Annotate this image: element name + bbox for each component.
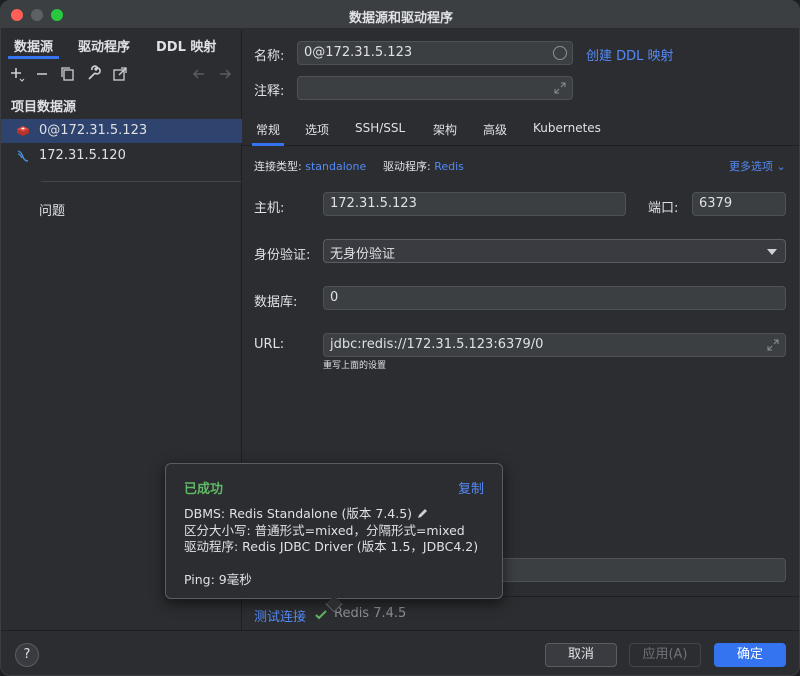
left-tabs: 数据源 驱动程序 DDL 映射 — [1, 30, 242, 60]
ping-info: Ping: 9毫秒 — [184, 572, 252, 587]
test-result: Redis 7.4.5 — [334, 606, 407, 621]
auth-value: 无身份验证 — [330, 247, 396, 262]
create-ddl-mapping-link[interactable]: 创建 DDL 映射 — [586, 45, 674, 64]
back-arrow-icon[interactable] — [189, 64, 209, 84]
database-field[interactable]: 0 — [323, 286, 786, 310]
expand-icon[interactable] — [554, 82, 566, 94]
name-label: 名称: — [254, 49, 285, 64]
driver-row: 驱动程序: Redis — [383, 158, 464, 174]
port-label: 端口: — [648, 201, 679, 216]
more-options-row[interactable]: 更多选项 ⌄ — [729, 158, 786, 174]
problems-label[interactable]: 问题 — [39, 200, 65, 219]
datasource-label: 0@172.31.5.123 — [39, 123, 148, 138]
duplicate-icon[interactable] — [58, 64, 78, 84]
left-toolbar — [1, 60, 242, 90]
checkmark-icon — [315, 610, 327, 620]
dbms-text: DBMS: Redis Standalone (版本 7.4.5) — [184, 506, 413, 521]
name-value: 0@172.31.5.123 — [304, 45, 413, 60]
driver-value[interactable]: Redis — [434, 160, 464, 173]
tab-ddl-mappings[interactable]: DDL 映射 — [156, 36, 216, 55]
success-status: 已成功 — [184, 482, 224, 497]
apply-button[interactable]: 应用(A) — [629, 643, 701, 667]
tab-drivers[interactable]: 驱动程序 — [78, 36, 130, 55]
database-icon — [15, 148, 31, 164]
tab-schemas[interactable]: 架构 — [433, 121, 457, 138]
color-circle-icon[interactable] — [553, 46, 567, 60]
auth-label: 身份验证: — [254, 248, 311, 263]
connection-type-row: 连接类型: standalone — [254, 158, 366, 174]
driver-info: 驱动程序: Redis JDBC Driver (版本 1.5，JDBC4.2) — [184, 539, 479, 554]
datasource-label: 172.31.5.120 — [39, 148, 126, 163]
title-bar: 数据源和驱动程序 — [1, 1, 799, 29]
driver-label: 驱动程序: — [383, 160, 431, 173]
tab-ssh-ssl[interactable]: SSH/SSL — [355, 121, 405, 135]
dialog-window: 数据源和驱动程序 数据源 驱动程序 DDL 映射 项目数据源 0@172.31.… — [0, 0, 800, 676]
divider — [41, 181, 241, 182]
more-options-link[interactable]: 更多选项 — [729, 160, 773, 173]
tab-datasources[interactable]: 数据源 — [7, 36, 60, 59]
partially-hidden-field[interactable] — [497, 558, 786, 582]
url-field[interactable]: jdbc:redis://172.31.5.123:6379/0 — [323, 333, 786, 357]
redis-icon — [15, 123, 31, 139]
comment-field[interactable] — [297, 76, 573, 100]
connection-type-label: 连接类型: — [254, 160, 302, 173]
comment-label: 注释: — [254, 84, 285, 99]
dropdown-arrow-icon — [767, 249, 777, 255]
datasource-item[interactable]: 172.31.5.120 — [1, 144, 242, 168]
url-hint: 重写上面的设置 — [323, 361, 387, 371]
tab-kubernetes[interactable]: Kubernetes — [533, 121, 601, 135]
tab-general[interactable]: 常规 — [251, 121, 285, 146]
forward-arrow-icon[interactable] — [215, 64, 235, 84]
open-external-icon[interactable] — [110, 64, 130, 84]
host-label: 主机: — [254, 201, 285, 216]
test-connection-link[interactable]: 测试连接 — [254, 606, 306, 625]
expand-icon[interactable] — [767, 339, 779, 351]
url-value: jdbc:redis://172.31.5.123:6379/0 — [330, 337, 544, 352]
help-button[interactable]: ? — [15, 643, 39, 667]
project-datasources-heading: 项目数据源 — [11, 100, 77, 115]
wrench-icon[interactable] — [84, 64, 104, 84]
url-label: URL: — [254, 337, 285, 352]
window-title: 数据源和驱动程序 — [348, 11, 453, 26]
remove-icon[interactable] — [32, 64, 52, 84]
auth-select[interactable]: 无身份验证 — [323, 239, 786, 263]
host-field[interactable]: 172.31.5.123 — [323, 192, 626, 216]
database-label: 数据库: — [254, 295, 298, 310]
chevron-down-icon: ⌄ — [776, 160, 786, 173]
ok-button[interactable]: 确定 — [714, 643, 786, 667]
datasource-item-selected[interactable]: 0@172.31.5.123 — [1, 119, 242, 143]
copy-link[interactable]: 复制 — [458, 478, 484, 497]
settings-tabs: 常规 选项 SSH/SSL 架构 高级 Kubernetes — [242, 114, 799, 146]
bottom-bar: ? 取消 应用(A) 确定 — [1, 630, 799, 675]
connection-result-popup: 已成功 复制 DBMS: Redis Standalone (版本 7.4.5)… — [165, 463, 503, 613]
tab-advanced[interactable]: 高级 — [483, 121, 507, 138]
add-icon[interactable] — [7, 64, 27, 84]
tab-options[interactable]: 选项 — [305, 121, 329, 138]
name-field[interactable]: 0@172.31.5.123 — [297, 41, 573, 65]
pencil-icon[interactable] — [416, 507, 429, 520]
cancel-button[interactable]: 取消 — [545, 643, 617, 667]
port-field[interactable]: 6379 — [692, 192, 786, 216]
connection-type-value[interactable]: standalone — [305, 160, 366, 173]
